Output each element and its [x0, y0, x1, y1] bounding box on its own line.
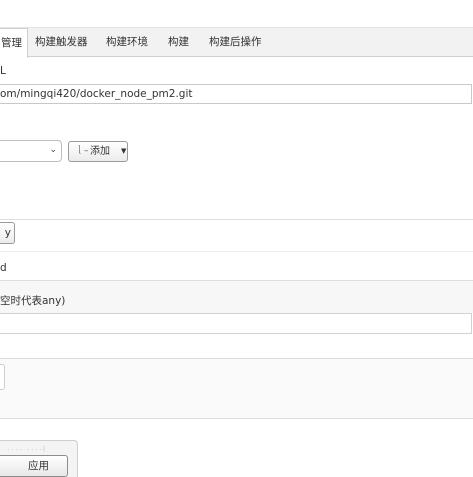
repository-browser-band [0, 359, 473, 418]
tab-label: 构建后操作 [209, 36, 262, 48]
tab-build-environment[interactable]: 构建环境 [106, 28, 148, 56]
tab-label: 构建触发器 [35, 36, 88, 48]
add-button-label: 添加 [90, 146, 110, 157]
tab-source-management[interactable]: 管理 [0, 28, 28, 58]
tab-label: 构建 [168, 36, 189, 48]
branch-section-band [0, 281, 473, 313]
section-divider [0, 219, 473, 220]
branch-specifier-label: 空时代表any) [0, 295, 66, 307]
tab-build-triggers[interactable]: 构建触发器 [35, 28, 88, 56]
tab-label: 构建环境 [106, 36, 148, 48]
section-divider [0, 418, 473, 419]
section-divider [0, 251, 473, 252]
key-icon: ⎱– [75, 146, 89, 156]
repository-browser-select[interactable] [0, 364, 5, 390]
tab-build[interactable]: 构建 [168, 28, 189, 56]
tab-label: 管理 [1, 37, 22, 49]
top-strip [0, 0, 473, 28]
add-credentials-button[interactable]: ⎱– 添加 ▼ [68, 141, 128, 162]
refspec-label: d [0, 262, 7, 274]
apply-button[interactable]: 应用 [0, 455, 68, 477]
chevron-down-icon: ⌄ [49, 145, 57, 155]
branch-specifier-input[interactable] [0, 313, 472, 334]
save-button-faint-label: ا۰۰۰۰ ۰۰۰۰ [6, 445, 46, 454]
repository-url-label: L [0, 65, 6, 77]
config-tab-bar: 管理 构建触发器 构建环境 构建 构建后操作 [0, 28, 473, 58]
advanced-button[interactable]: y [0, 222, 15, 244]
tab-post-build-actions[interactable]: 构建后操作 [209, 28, 262, 56]
credentials-select[interactable]: ⌄ [0, 140, 62, 162]
caret-down-icon: ▼ [121, 147, 127, 155]
repository-url-input[interactable]: om/mingqi420/docker_node_pm2.git [0, 84, 472, 104]
